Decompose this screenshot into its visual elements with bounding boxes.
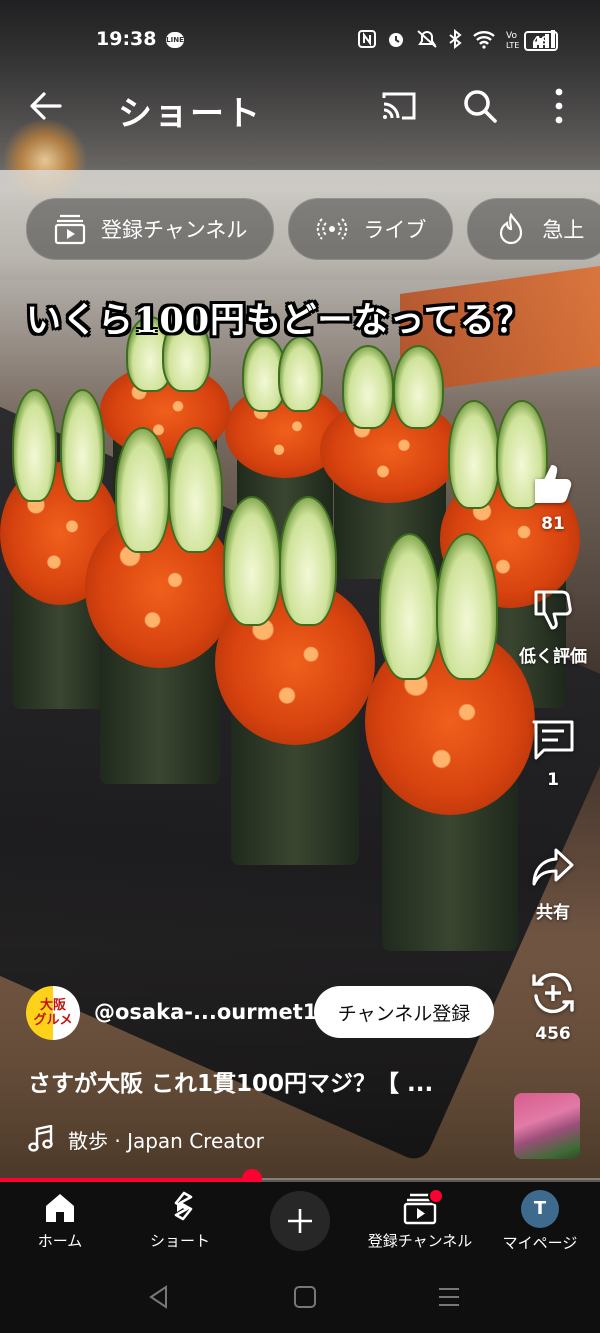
create-button[interactable] [270,1191,330,1251]
system-home-icon[interactable] [292,1284,318,1310]
channel-row: 大阪 グルメ @osaka-...ourmet1 チャンネル登録 [26,984,506,1042]
ikura-gunkan [85,426,235,784]
music-note-icon [28,1125,53,1152]
nav-label: ショート [149,1232,210,1250]
alarm-icon [389,33,403,47]
like-button[interactable]: 81 [506,460,600,534]
remix-count: 456 [535,1024,571,1044]
video-caption-overlay: いくら100円もどーなってる？ [26,300,532,341]
nav-label: マイページ [502,1234,578,1252]
chip-label: 登録チャンネル [101,218,248,242]
bottom-navigation: ホーム ショート 登録チャンネル T マイページ [0,1182,600,1264]
home-icon [46,1194,74,1222]
share-label: 共有 [536,903,570,923]
nav-subscriptions[interactable]: 登録チャンネル [360,1188,480,1251]
line-notification-icon: LINE [166,32,184,48]
volte-icon: VoLTE [506,31,519,49]
share-icon [532,848,574,886]
channel-handle[interactable]: @osaka-...ourmet1 [94,1000,317,1024]
nav-my-page[interactable]: T マイページ [480,1190,600,1253]
like-count: 81 [541,514,565,534]
more-vert-icon[interactable] [548,86,570,126]
nfc-icon [358,30,376,48]
system-back-icon[interactable] [146,1284,172,1310]
thumbs-down-icon [534,590,572,630]
system-recents-icon[interactable] [436,1284,462,1310]
comment-icon [532,720,574,760]
trending-icon [500,212,523,245]
back-arrow-icon[interactable] [28,88,64,124]
subscribe-button[interactable]: チャンネル登録 [314,986,494,1038]
mute-icon [417,30,437,48]
chip-live[interactable]: ライブ [288,198,454,260]
nav-shorts[interactable]: ショート [120,1190,240,1251]
remix-icon [532,972,574,1014]
nav-label: ホーム [37,1232,83,1250]
comment-count: 1 [547,770,559,790]
ikura-gunkan [215,496,375,865]
chip-subscriptions[interactable]: 登録チャンネル [26,198,275,260]
dislike-button[interactable]: 低く評価 [506,588,600,667]
create-icon [288,1209,312,1233]
wifi-icon [473,31,495,49]
comments-button[interactable]: 1 [506,716,600,790]
page-title: ショート [118,94,262,134]
svg-text:LTE: LTE [506,41,519,49]
share-button[interactable]: 共有 [506,844,600,923]
search-icon[interactable] [460,86,500,126]
top-app-bar: ショート [0,80,600,136]
shorts-icon [174,1191,193,1221]
live-icon [317,218,348,240]
svg-text:Vo: Vo [506,31,517,41]
cast-icon[interactable] [380,90,418,122]
chip-trending[interactable]: 急上 [467,198,600,260]
avatar-text: 大阪 [39,998,66,1013]
avatar-text: グルメ [33,1013,73,1028]
thumbs-up-icon [535,465,572,503]
sound-row[interactable]: 散歩 · Japan Creator [28,1122,264,1156]
sound-thumbnail[interactable] [514,1093,580,1159]
chip-label: ライブ [363,218,427,242]
battery-icon: 49 [524,31,558,51]
avatar-icon: T [521,1190,559,1228]
sound-label: 散歩 · Japan Creator [68,1128,264,1153]
nav-label: 登録チャンネル [367,1232,473,1250]
nav-home[interactable]: ホーム [0,1190,120,1251]
bluetooth-icon [449,29,462,49]
subscriptions-icon [54,214,86,245]
feed-filter-chips: 登録チャンネル ライブ 急上 [26,198,600,260]
notification-dot [428,1188,444,1204]
chip-label: 急上 [542,218,585,242]
remix-button[interactable]: 456 [506,970,600,1044]
dislike-label: 低く評価 [519,647,587,667]
system-navigation-bar [0,1264,600,1333]
clock: 19:38 [96,28,157,50]
status-bar: 19:38 LINE Vo LTE 49 [0,26,600,56]
channel-avatar[interactable]: 大阪 グルメ [26,986,80,1040]
video-title[interactable]: さすが大阪 これ1貫100円マジ？【 ... [28,1064,498,1098]
